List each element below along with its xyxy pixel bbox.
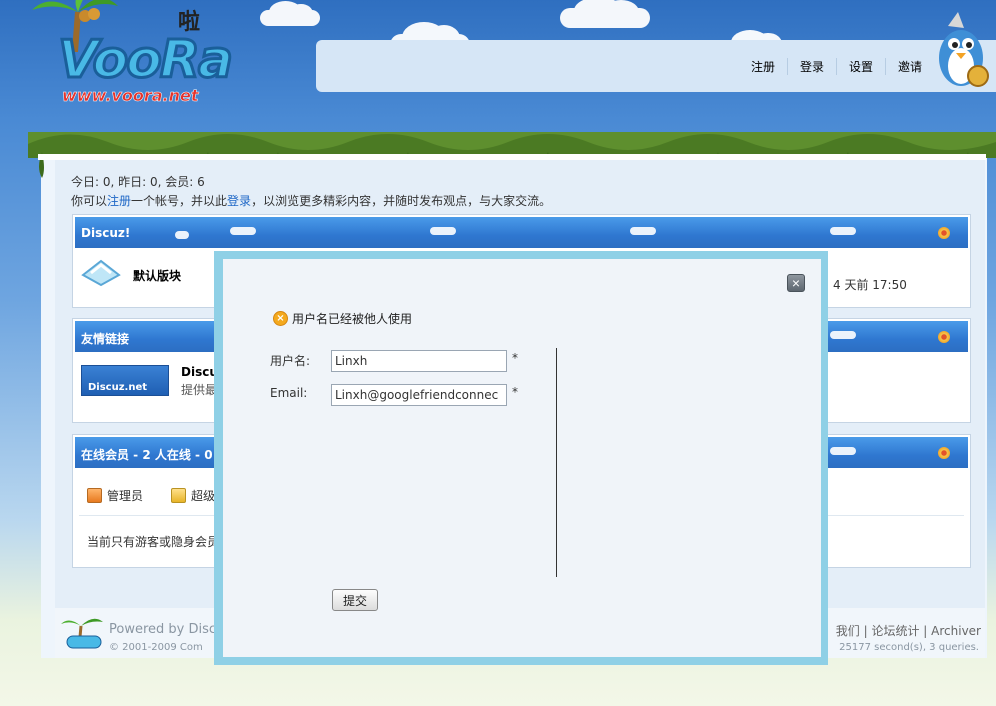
top-nav: 注册 登录 设置 邀请 [739, 58, 934, 75]
super-mod-user-icon [171, 488, 186, 503]
forum-name[interactable]: 默认版块 [133, 267, 181, 284]
submit-button[interactable]: 提交 [332, 589, 378, 611]
online-box-title[interactable]: 在线会员 - 2 人在线 - 0 [81, 448, 213, 462]
required-mark: * [512, 385, 518, 399]
welcome-prefix: 你可以 [71, 194, 108, 208]
legend-super-label: 超级 [191, 489, 216, 503]
username-input[interactable] [331, 350, 507, 372]
site-logo[interactable]: VooRa www.voora.net 啦 [28, 0, 258, 115]
email-label: Email: [270, 386, 308, 400]
error-text: 用户名已经被他人使用 [292, 312, 413, 326]
legend-admin: 管理员 [87, 487, 143, 504]
discuz-link-logo[interactable]: Discuz.net [81, 365, 169, 396]
footer-link-archiver[interactable]: Archiver [931, 624, 981, 638]
footer-links: 我们 | 论坛统计 | Archiver [836, 622, 981, 639]
admin-user-icon [87, 488, 102, 503]
powered-by: Powered by Disc [109, 622, 217, 637]
query-stats: 25177 second(s), 3 queries. [839, 642, 979, 653]
separator: | [923, 624, 932, 638]
cloud [560, 0, 650, 28]
nav-register[interactable]: 注册 [739, 58, 787, 75]
link-desc: 提供最 [181, 383, 218, 397]
mascot-icon [939, 12, 989, 87]
error-message: × 用户名已经被他人使用 [273, 310, 412, 327]
legend-admin-label: 管理员 [107, 489, 144, 503]
link-title[interactable]: Discu [181, 365, 218, 379]
links-box-title: 友情链接 [81, 332, 130, 346]
login-link[interactable]: 登录 [227, 194, 251, 208]
nav-settings[interactable]: 设置 [835, 58, 885, 75]
forum-box-header: Discuz! [75, 217, 968, 248]
copyright: © 2001-2009 Com [109, 642, 203, 653]
footer-logo-icon [61, 618, 103, 649]
register-link[interactable]: 注册 [107, 194, 131, 208]
logo-cn-char: 啦 [178, 10, 201, 35]
forum-last-post: 4 天前 17:50 [833, 278, 907, 292]
close-button[interactable]: × [787, 274, 805, 292]
nav-login[interactable]: 登录 [786, 58, 836, 75]
footer-link-contact[interactable]: 我们 [836, 624, 860, 638]
footer-link-stats[interactable]: 论坛统计 [871, 624, 919, 638]
email-input[interactable] [331, 384, 507, 406]
stats-welcome: 你可以注册一个帐号，并以此登录，以浏览更多精彩内容，并随时发布观点，与大家交流。 [71, 192, 551, 211]
forum-box-title[interactable]: Discuz! [81, 226, 130, 240]
register-dialog: × × 用户名已经被他人使用 用户名: * Email: * 提交 [223, 259, 821, 657]
forum-stats: 今日: 0, 昨日: 0, 会员: 6 你可以注册一个帐号，并以此登录，以浏览更… [71, 173, 551, 211]
top-nav-bar: 注册 登录 设置 邀请 [316, 40, 996, 92]
stats-counts: 今日: 0, 昨日: 0, 会员: 6 [71, 175, 205, 189]
sun-icon [938, 331, 950, 343]
cloud [260, 1, 320, 26]
error-icon: × [273, 311, 288, 326]
welcome-middle: 一个帐号，并以此 [131, 194, 228, 208]
required-mark: * [512, 351, 518, 365]
logo-wordmark: VooRa [56, 29, 234, 92]
legend-super: 超级 [171, 487, 215, 504]
welcome-suffix: ，以浏览更多精彩内容，并随时发布观点，与大家交流。 [251, 194, 552, 208]
online-note: 当前只有游客或隐身会员 [87, 535, 220, 549]
sun-icon [938, 447, 950, 459]
forum-icon [81, 259, 121, 287]
divider [556, 348, 557, 577]
sun-icon [938, 227, 950, 239]
username-label: 用户名: [270, 354, 311, 368]
logo-url: www.voora.net [62, 86, 199, 106]
nav-invite[interactable]: 邀请 [884, 58, 934, 75]
